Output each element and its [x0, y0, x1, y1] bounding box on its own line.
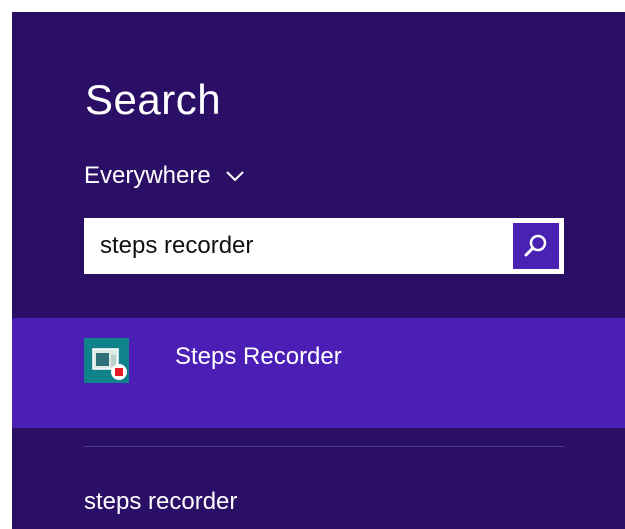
- search-scope-dropdown[interactable]: Everywhere: [84, 162, 245, 190]
- search-icon: [522, 232, 550, 260]
- steps-recorder-app-icon: [84, 338, 129, 383]
- search-result-steps-recorder[interactable]: Steps Recorder: [12, 318, 625, 428]
- search-suggestion[interactable]: steps recorder: [84, 488, 237, 516]
- search-result-label: Steps Recorder: [175, 343, 342, 370]
- search-input[interactable]: [84, 218, 513, 274]
- search-box: [84, 218, 564, 274]
- results-divider: [84, 446, 564, 447]
- chevron-down-icon: [225, 170, 245, 182]
- search-charm-panel: Search Everywhere steps recorder Steps R…: [12, 12, 625, 529]
- search-title: Search: [85, 76, 222, 123]
- search-button[interactable]: [513, 223, 559, 269]
- search-scope-label: Everywhere: [84, 162, 211, 189]
